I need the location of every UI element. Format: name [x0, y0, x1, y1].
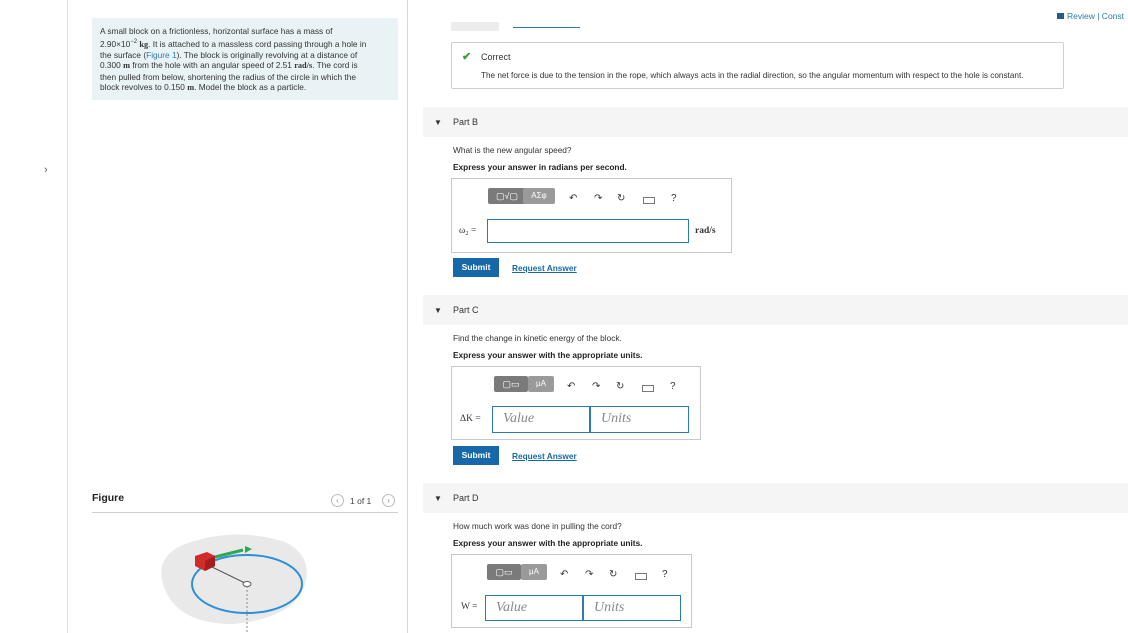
tab-underline	[513, 27, 580, 28]
part-b-title[interactable]: Part B	[453, 117, 478, 127]
feedback-text: The net force is due to the tension in t…	[481, 71, 1024, 80]
part-d-question: How much work was done in pulling the co…	[453, 521, 622, 531]
caret-down-icon[interactable]: ▼	[434, 494, 442, 503]
figure-heading: Figure	[92, 492, 125, 504]
templates-button[interactable]: ▢▭	[487, 564, 521, 580]
reset-icon[interactable]: ↻	[617, 193, 625, 204]
review-link[interactable]: Review | Const	[1057, 11, 1124, 21]
work-label: W =	[461, 602, 478, 612]
work-value-input[interactable]: Value	[485, 595, 583, 621]
submit-button[interactable]: Submit	[453, 258, 499, 277]
problem-line: 2.90×10−2 kg. It is attached to a massle…	[100, 38, 367, 49]
checkmark-icon: ✔	[462, 51, 472, 63]
part-b-header[interactable]	[423, 107, 1128, 137]
request-answer-link[interactable]: Request Answer	[512, 451, 577, 461]
help-icon[interactable]: ?	[671, 193, 677, 204]
omega2-label: ω₂ =	[459, 226, 477, 236]
templates-button[interactable]: ▢√▢	[488, 188, 526, 204]
reset-icon[interactable]: ↻	[609, 569, 617, 580]
submit-button[interactable]: Submit	[453, 446, 499, 465]
undo-icon[interactable]: ↶	[569, 193, 577, 204]
pane-divider	[407, 0, 408, 633]
surface-shape	[161, 534, 307, 624]
delta-k-units-input[interactable]: Units	[590, 406, 689, 433]
work-units-input[interactable]: Units	[583, 595, 681, 621]
help-icon[interactable]: ?	[670, 381, 676, 392]
figure-divider	[92, 512, 398, 513]
templates-button[interactable]: ▢▭	[494, 376, 528, 392]
collapse-strip	[0, 0, 68, 633]
unit-label: rad/s	[695, 226, 716, 236]
figure-illustration	[161, 534, 307, 633]
keyboard-icon[interactable]	[643, 197, 655, 204]
part-c-header[interactable]	[423, 295, 1128, 325]
undo-icon[interactable]: ↶	[560, 569, 568, 580]
redo-icon[interactable]: ↷	[592, 381, 600, 392]
problem-line: then pulled from below, shortening the r…	[100, 71, 356, 82]
correct-feedback-box	[451, 42, 1064, 89]
omega2-input[interactable]	[487, 219, 689, 243]
keyboard-icon[interactable]	[635, 573, 647, 580]
redo-icon[interactable]: ↷	[594, 193, 602, 204]
figure-next-button[interactable]: ›	[382, 494, 395, 507]
figure-link[interactable]: Figure 1	[146, 50, 176, 60]
part-c-instruction: Express your answer with the appropriate…	[453, 350, 643, 360]
part-c-title[interactable]: Part C	[453, 305, 479, 315]
hole-marker	[242, 581, 252, 587]
keyboard-icon[interactable]	[642, 385, 654, 392]
tab-previous[interactable]	[451, 22, 499, 31]
units-button[interactable]: μA	[528, 376, 554, 392]
units-button[interactable]: μA	[521, 564, 547, 580]
caret-down-icon[interactable]: ▼	[434, 118, 442, 127]
caret-down-icon[interactable]: ▼	[434, 306, 442, 315]
problem-line: 0.300 m from the hole with an angular sp…	[100, 60, 358, 71]
chevron-right-icon[interactable]: ›	[44, 164, 48, 176]
reset-icon[interactable]: ↻	[616, 381, 624, 392]
delta-k-value-input[interactable]: Value	[492, 406, 590, 433]
help-icon[interactable]: ?	[662, 569, 668, 580]
review-icon	[1057, 13, 1064, 19]
part-d-title[interactable]: Part D	[453, 493, 479, 503]
request-answer-link[interactable]: Request Answer	[512, 263, 577, 273]
feedback-title: Correct	[481, 52, 511, 62]
delta-k-label: ΔK =	[460, 414, 481, 424]
problem-line: A small block on a frictionless, horizon…	[100, 26, 333, 36]
part-c-question: Find the change in kinetic energy of the…	[453, 333, 622, 343]
redo-icon[interactable]: ↷	[585, 569, 593, 580]
part-b-instruction: Express your answer in radians per secon…	[453, 162, 627, 172]
part-d-instruction: Express your answer with the appropriate…	[453, 538, 643, 548]
part-b-question: What is the new angular speed?	[453, 145, 572, 155]
undo-icon[interactable]: ↶	[567, 381, 575, 392]
figure-prev-button[interactable]: ‹	[331, 494, 344, 507]
part-d-header[interactable]	[423, 483, 1128, 513]
symbols-button[interactable]: ΑΣφ	[523, 188, 555, 204]
figure-counter: 1 of 1	[350, 496, 372, 506]
problem-line: block revolves to 0.150 m. Model the blo…	[100, 82, 307, 93]
problem-line: the surface (Figure 1). The block is ori…	[100, 49, 358, 60]
problem-statement: A small block on a frictionless, horizon…	[92, 18, 398, 100]
